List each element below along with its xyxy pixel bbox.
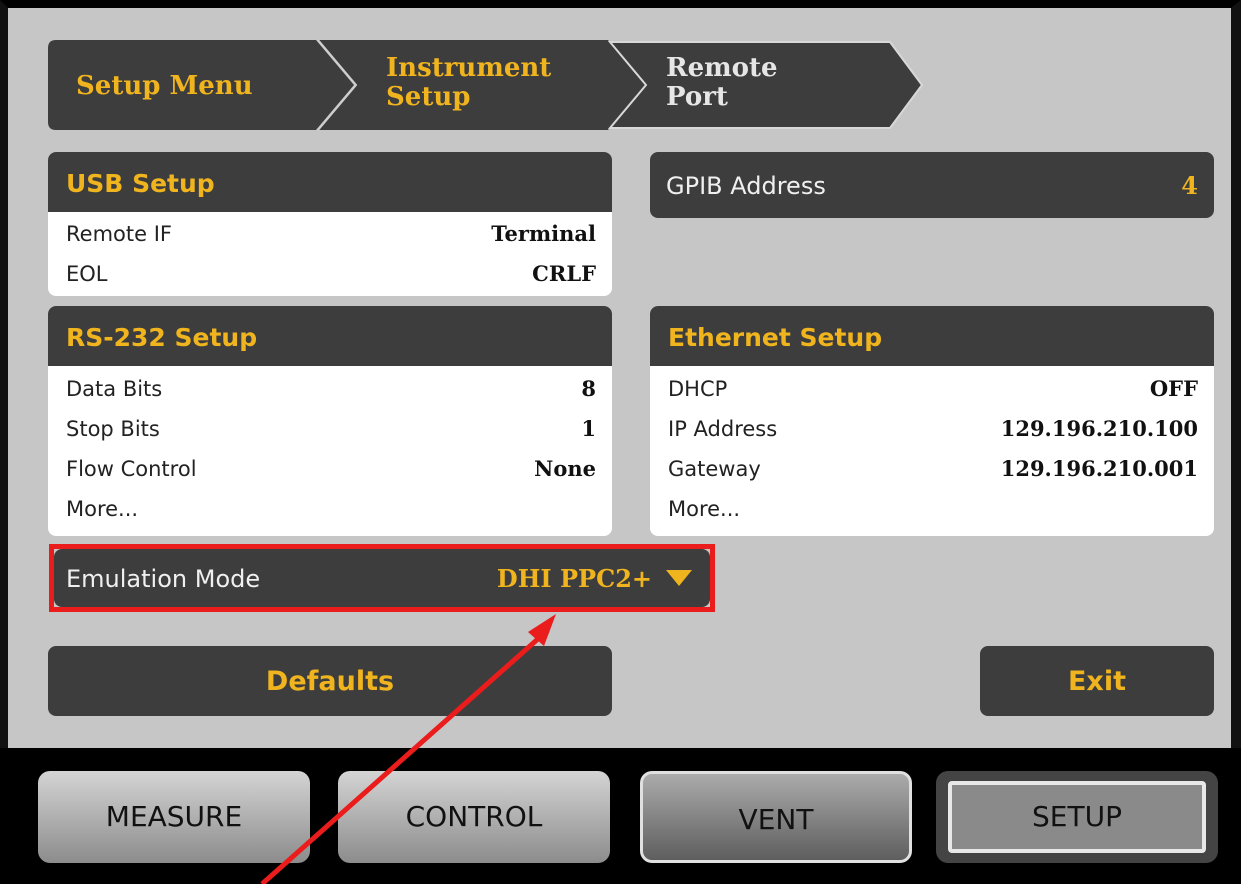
- ethernet-row-ip-address[interactable]: IP Address 129.196.210.100: [668, 409, 1198, 449]
- row-label: Stop Bits: [66, 417, 160, 441]
- usb-row-eol[interactable]: EOL CRLF: [66, 254, 596, 294]
- callout-highlight-box: [49, 544, 715, 612]
- breadcrumb-item-setup-menu[interactable]: Setup Menu: [76, 72, 253, 101]
- nav-setup-button[interactable]: SETUP: [936, 771, 1218, 863]
- row-value: 129.196.210.001: [1000, 456, 1198, 481]
- gpib-address-field[interactable]: GPIB Address 4: [650, 152, 1214, 218]
- row-value: 1: [581, 416, 596, 441]
- row-label: Flow Control: [66, 457, 197, 481]
- row-label: More...: [66, 497, 139, 521]
- ethernet-row-gateway[interactable]: Gateway 129.196.210.001: [668, 449, 1198, 489]
- nav-vent-button[interactable]: VENT: [640, 771, 912, 863]
- breadcrumb-label-line1: Remote: [666, 53, 778, 83]
- rs232-setup-title: RS-232 Setup: [48, 306, 612, 366]
- rs232-row-stop-bits[interactable]: Stop Bits 1: [66, 409, 596, 449]
- usb-setup-card[interactable]: USB Setup Remote IF Terminal EOL CRLF: [48, 152, 612, 296]
- row-value: 129.196.210.100: [1000, 416, 1198, 441]
- nav-setup-label: SETUP: [948, 781, 1206, 853]
- row-label: DHCP: [668, 377, 728, 401]
- rs232-setup-card[interactable]: RS-232 Setup Data Bits 8 Stop Bits 1 Flo…: [48, 306, 612, 536]
- usb-setup-title: USB Setup: [48, 152, 612, 212]
- instrument-screen: Setup Menu Instrument Setup Remote Port …: [0, 0, 1241, 884]
- ethernet-setup-title: Ethernet Setup: [650, 306, 1214, 366]
- row-label: Data Bits: [66, 377, 163, 401]
- ethernet-setup-card[interactable]: Ethernet Setup DHCP OFF IP Address 129.1…: [650, 306, 1214, 536]
- row-value: OFF: [1149, 376, 1198, 401]
- nav-control-button[interactable]: CONTROL: [338, 771, 610, 863]
- row-label: More...: [668, 497, 741, 521]
- row-label: IP Address: [668, 417, 778, 441]
- row-value: None: [534, 456, 596, 481]
- row-label: Remote IF: [66, 222, 172, 246]
- breadcrumb-label-line2: Port: [666, 82, 728, 112]
- ethernet-row-dhcp[interactable]: DHCP OFF: [668, 369, 1198, 409]
- row-label: EOL: [66, 262, 108, 286]
- rs232-row-flow-control[interactable]: Flow Control None: [66, 449, 596, 489]
- exit-button[interactable]: Exit: [980, 646, 1214, 716]
- ethernet-row-more[interactable]: More...: [668, 489, 1198, 529]
- gpib-address-label: GPIB Address: [666, 172, 826, 200]
- breadcrumb-label-line2: Setup: [386, 82, 471, 112]
- rs232-row-more[interactable]: More...: [66, 489, 596, 529]
- breadcrumb-item-remote-port: Remote Port: [666, 54, 778, 112]
- usb-row-remote-if[interactable]: Remote IF Terminal: [66, 214, 596, 254]
- breadcrumb-label: Setup Menu: [76, 71, 253, 101]
- breadcrumb-item-instrument-setup[interactable]: Instrument Setup: [386, 54, 551, 112]
- row-value: CRLF: [532, 261, 596, 286]
- breadcrumb: Setup Menu Instrument Setup Remote Port: [48, 40, 928, 130]
- rs232-row-data-bits[interactable]: Data Bits 8: [66, 369, 596, 409]
- nav-measure-button[interactable]: MEASURE: [38, 771, 310, 863]
- row-label: Gateway: [668, 457, 761, 481]
- gpib-address-value: 4: [1181, 171, 1198, 200]
- defaults-button[interactable]: Defaults: [48, 646, 612, 716]
- row-value: Terminal: [491, 221, 596, 246]
- breadcrumb-label-line1: Instrument: [386, 53, 552, 83]
- row-value: 8: [581, 376, 596, 401]
